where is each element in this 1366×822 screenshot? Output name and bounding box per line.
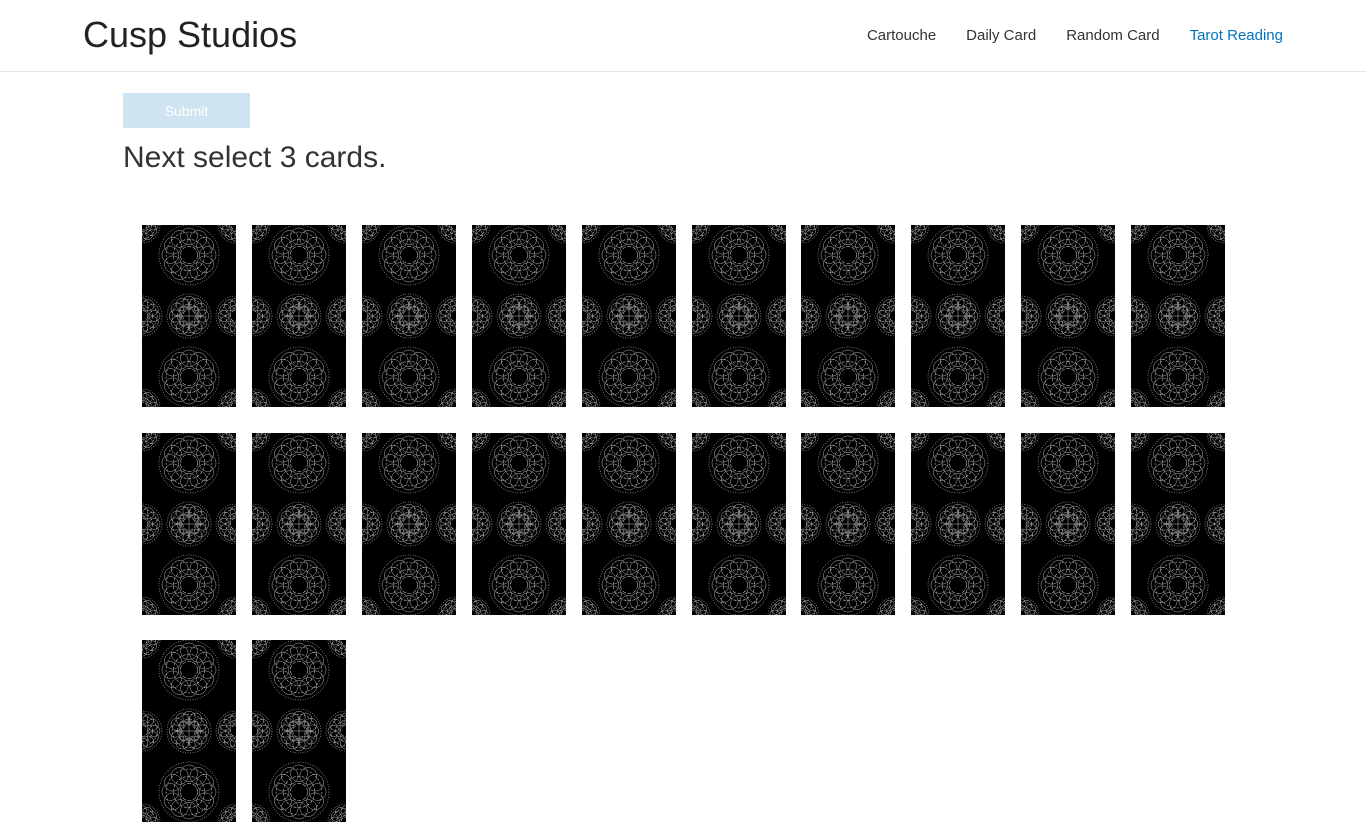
tarot-card-back[interactable] bbox=[1021, 433, 1115, 615]
tarot-card-back[interactable] bbox=[692, 225, 786, 407]
tarot-card-back[interactable] bbox=[472, 225, 566, 407]
tarot-card-back[interactable] bbox=[252, 433, 346, 615]
site-header: Cusp Studios Cartouche Daily Card Random… bbox=[0, 0, 1366, 72]
tarot-card-back[interactable] bbox=[472, 433, 566, 615]
tarot-card-back[interactable] bbox=[1021, 225, 1115, 407]
main-nav: Cartouche Daily Card Random Card Tarot R… bbox=[867, 26, 1283, 46]
tarot-card-back[interactable] bbox=[362, 225, 456, 407]
tarot-card-back[interactable] bbox=[582, 225, 676, 407]
tarot-card-back[interactable] bbox=[1131, 225, 1225, 407]
tarot-card-back[interactable] bbox=[142, 225, 236, 407]
tarot-card-back[interactable] bbox=[252, 640, 346, 822]
submit-button[interactable]: Submit bbox=[123, 93, 250, 128]
tarot-card-back[interactable] bbox=[142, 640, 236, 822]
instruction-heading: Next select 3 cards. bbox=[123, 141, 387, 174]
tarot-card-back[interactable] bbox=[362, 433, 456, 615]
tarot-card-back[interactable] bbox=[582, 433, 676, 615]
tarot-card-back[interactable] bbox=[801, 433, 895, 615]
nav-item-daily-card[interactable]: Daily Card bbox=[966, 26, 1036, 46]
nav-item-cartouche[interactable]: Cartouche bbox=[867, 26, 936, 46]
tarot-card-back[interactable] bbox=[692, 433, 786, 615]
nav-item-tarot-reading[interactable]: Tarot Reading bbox=[1190, 26, 1283, 46]
nav-item-random-card[interactable]: Random Card bbox=[1066, 26, 1159, 46]
tarot-card-back[interactable] bbox=[1131, 433, 1225, 615]
tarot-card-back[interactable] bbox=[252, 225, 346, 407]
tarot-card-back[interactable] bbox=[911, 225, 1005, 407]
tarot-card-back[interactable] bbox=[911, 433, 1005, 615]
tarot-card-back[interactable] bbox=[142, 433, 236, 615]
site-brand-link[interactable]: Cusp Studios bbox=[83, 14, 297, 56]
tarot-card-back[interactable] bbox=[801, 225, 895, 407]
